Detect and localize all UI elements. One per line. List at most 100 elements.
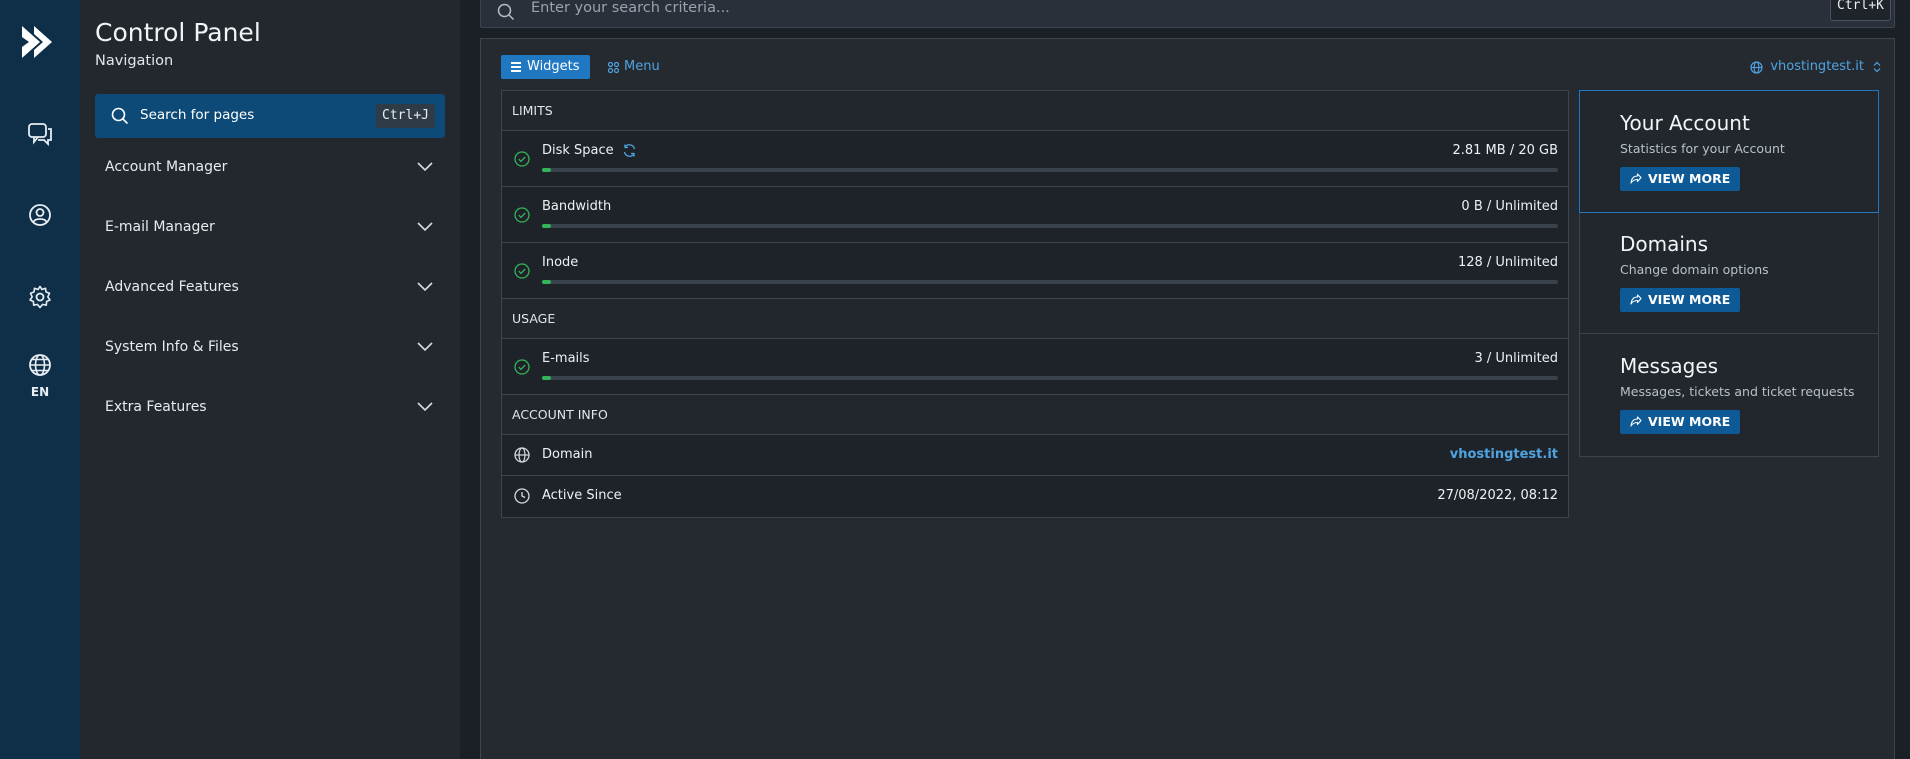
icon-rail: EN (0, 0, 80, 759)
usage-row-emails: E-mails 3 / Unlimited (502, 339, 1568, 395)
limit-name: Bandwidth (542, 199, 612, 214)
global-search[interactable]: Enter your search criteria... Ctrl+K (480, 0, 1895, 28)
shortcut-badge: Ctrl+K (1830, 0, 1891, 21)
language-switch[interactable]: EN (0, 385, 80, 399)
limit-value: 0 B / Unlimited (1461, 199, 1558, 214)
chevron-down-icon (417, 282, 433, 292)
check-circle-icon (514, 151, 530, 167)
section-header-usage: USAGE (502, 299, 1568, 339)
progress-bar (542, 224, 1558, 228)
info-value: 27/08/2022, 08:12 (1437, 488, 1558, 503)
button-label: VIEW MORE (1648, 414, 1731, 429)
limit-name: Inode (542, 255, 579, 270)
progress-bar (542, 280, 1558, 284)
globe-icon (1750, 61, 1763, 74)
user-icon[interactable] (26, 201, 54, 229)
globe-icon[interactable] (26, 351, 54, 379)
tab-label: Widgets (527, 59, 580, 74)
card-domains: Domains Change domain options VIEW MORE (1580, 212, 1878, 334)
menu-item-label: Account Manager (105, 159, 228, 175)
limit-row-inode: Inode 128 / Unlimited (502, 243, 1568, 299)
menu-item-label: System Info & Files (105, 339, 239, 355)
refresh-icon[interactable] (622, 143, 637, 158)
navigation-panel: Control Panel Navigation Search for page… (80, 0, 460, 759)
menu-extra-features[interactable]: Extra Features (95, 388, 445, 428)
domain-selector[interactable]: vhostingtest.it (1750, 55, 1882, 79)
search-icon (497, 3, 515, 21)
card-title: Domains (1620, 232, 1709, 256)
domain-selector-value: vhostingtest.it (1770, 59, 1864, 74)
progress-fill (542, 376, 551, 380)
card-messages: Messages Messages, tickets and ticket re… (1580, 334, 1878, 456)
info-row-active-since: Active Since 27/08/2022, 08:12 (502, 476, 1568, 517)
chevron-down-icon (417, 222, 433, 232)
progress-fill (542, 224, 551, 228)
limit-name: Disk Space (542, 143, 614, 158)
chevron-updown-icon (1873, 61, 1881, 73)
domain-link[interactable]: vhostingtest.it (1450, 447, 1558, 462)
menu-item-label: Extra Features (105, 399, 207, 415)
main-content: Widgets Menu vhostingtest.it LIMITS Disk… (480, 38, 1895, 759)
panel-subtitle: Navigation (95, 53, 174, 69)
globe-icon (514, 447, 530, 463)
progress-bar (542, 376, 1558, 380)
clock-icon (514, 488, 530, 504)
tab-widgets[interactable]: Widgets (501, 55, 590, 79)
chevron-down-icon (417, 402, 433, 412)
button-label: VIEW MORE (1648, 171, 1731, 186)
card-your-account: Your Account Statistics for your Account… (1579, 90, 1879, 213)
menu-item-label: E-mail Manager (105, 219, 215, 235)
tab-menu[interactable]: Menu (606, 55, 660, 79)
info-label: Domain (542, 447, 593, 462)
limit-value: 128 / Unlimited (1457, 255, 1558, 270)
info-row-domain: Domain vhostingtest.it (502, 435, 1568, 476)
check-circle-icon (514, 263, 530, 279)
share-icon (1630, 416, 1642, 427)
gear-icon[interactable] (26, 283, 54, 311)
search-input[interactable]: Enter your search criteria... (531, 0, 730, 16)
progress-fill (542, 168, 551, 172)
button-label: VIEW MORE (1648, 292, 1731, 307)
chevron-down-icon (417, 342, 433, 352)
card-description: Change domain options (1620, 262, 1769, 277)
logo-icon[interactable] (18, 20, 62, 64)
progress-fill (542, 280, 551, 284)
usage-name: E-mails (542, 351, 590, 366)
card-title: Messages (1620, 354, 1719, 378)
view-more-button[interactable]: VIEW MORE (1620, 410, 1741, 434)
list-icon (511, 62, 521, 72)
limit-row-disk-space: Disk Space 2.81 MB / 20 GB (502, 131, 1568, 187)
view-more-button[interactable]: VIEW MORE (1620, 288, 1741, 312)
limit-row-bandwidth: Bandwidth 0 B / Unlimited (502, 187, 1568, 243)
progress-bar (542, 168, 1558, 172)
card-title: Your Account (1620, 111, 1750, 135)
grid-icon (608, 62, 619, 73)
menu-account-manager[interactable]: Account Manager (95, 148, 445, 188)
menu-system-info-files[interactable]: System Info & Files (95, 328, 445, 368)
share-icon (1630, 294, 1642, 305)
share-icon (1630, 173, 1642, 184)
chevron-down-icon (417, 162, 433, 172)
usage-value: 3 / Unlimited (1474, 351, 1558, 366)
section-header-limits: LIMITS (502, 91, 1568, 131)
view-more-button[interactable]: VIEW MORE (1620, 167, 1741, 191)
card-description: Messages, tickets and ticket requests (1620, 384, 1855, 399)
panel-title: Control Panel (95, 18, 261, 47)
section-header-account-info: ACCOUNT INFO (502, 395, 1568, 435)
search-icon (111, 107, 129, 125)
shortcut-cards: Your Account Statistics for your Account… (1579, 90, 1879, 457)
limits-widget: LIMITS Disk Space 2.81 MB / 20 GB Bandwi… (501, 90, 1569, 518)
info-label: Active Since (542, 488, 622, 503)
menu-item-label: Advanced Features (105, 279, 239, 295)
limit-value: 2.81 MB / 20 GB (1452, 143, 1558, 158)
shortcut-badge: Ctrl+J (376, 104, 435, 128)
card-description: Statistics for your Account (1620, 141, 1785, 156)
menu-advanced-features[interactable]: Advanced Features (95, 268, 445, 308)
search-pages-button[interactable]: Search for pages Ctrl+J (95, 94, 445, 138)
check-circle-icon (514, 207, 530, 223)
check-circle-icon (514, 359, 530, 375)
chat-icon[interactable] (26, 120, 54, 148)
search-pages-label: Search for pages (140, 107, 255, 123)
menu-email-manager[interactable]: E-mail Manager (95, 208, 445, 248)
tab-label: Menu (624, 59, 660, 74)
